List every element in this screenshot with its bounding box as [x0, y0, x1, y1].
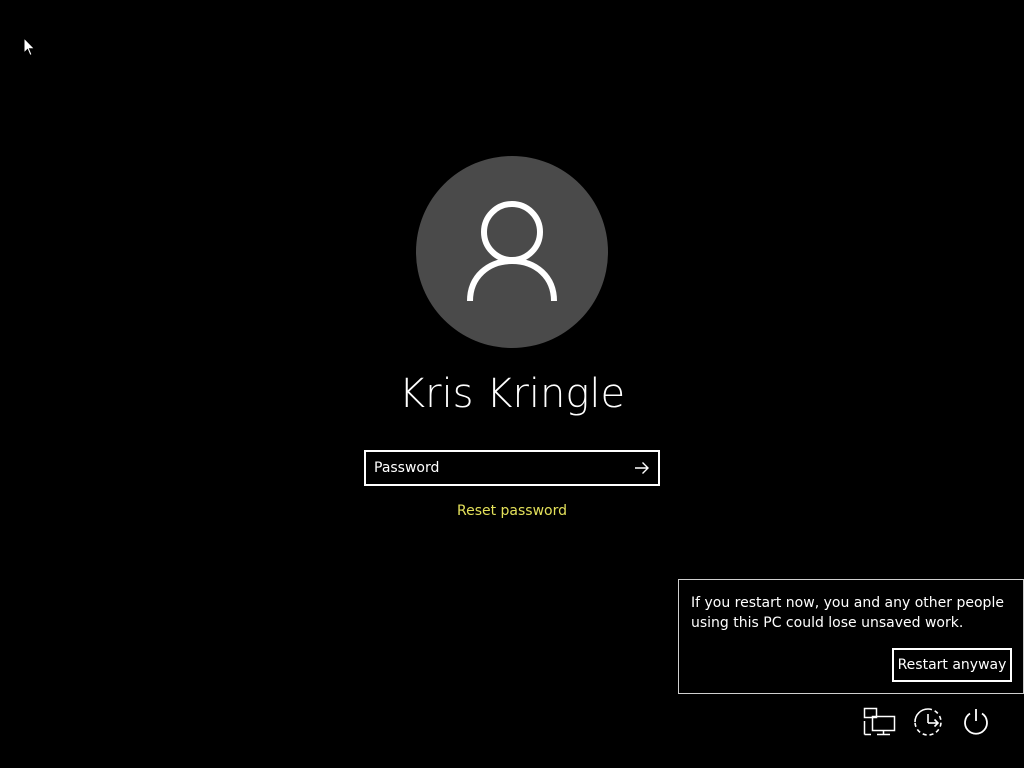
user-avatar — [416, 156, 608, 348]
user-name: Kris Kringle — [398, 371, 626, 417]
ease-of-access-icon[interactable] — [910, 704, 946, 740]
power-icon[interactable] — [958, 704, 994, 740]
password-input[interactable] — [366, 452, 626, 484]
submit-button[interactable] — [626, 452, 658, 484]
password-field-container — [364, 450, 660, 486]
reset-password-link[interactable]: Reset password — [0, 503, 1024, 519]
user-icon — [467, 201, 557, 302]
restart-warning-message: If you restart now, you and any other pe… — [691, 595, 1004, 631]
arrow-right-icon — [635, 462, 649, 474]
network-icon[interactable] — [862, 704, 898, 740]
restart-warning-popup: If you restart now, you and any other pe… — [678, 579, 1024, 694]
mouse-cursor-icon — [23, 36, 37, 57]
restart-anyway-button[interactable]: Restart anyway — [892, 648, 1012, 682]
